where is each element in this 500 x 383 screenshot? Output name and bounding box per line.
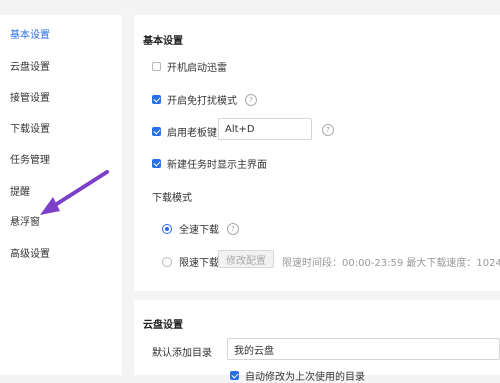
auto-modify-dir-row[interactable]: 自动修改为上次使用的目录	[230, 368, 365, 383]
boss-key-value: Alt+D	[225, 123, 255, 135]
boss-key-row[interactable]: 启用老板键	[152, 124, 217, 139]
sidebar-item-floating-window[interactable]: 悬浮窗	[10, 213, 40, 228]
default-dir-value: 我的云盘	[234, 345, 274, 357]
sidebar-item-takeover-settings[interactable]: 接管设置	[10, 89, 50, 104]
full-speed-row[interactable]: 全速下载 ?	[162, 221, 239, 236]
limited-speed-radio[interactable]	[162, 256, 172, 267]
cloud-settings-title: 云盘设置	[143, 320, 183, 331]
basic-settings-panel: 基本设置 开机启动迅雷 开启免打扰模式 ? 启用老板键 Alt+D ? 新建任务…	[134, 15, 500, 291]
help-icon[interactable]: ?	[227, 222, 239, 235]
boss-key-input[interactable]: Alt+D	[218, 118, 312, 140]
boss-key-help: ?	[314, 124, 334, 136]
full-speed-radio[interactable]	[162, 223, 172, 234]
show-main-checkbox[interactable]	[152, 159, 161, 168]
basic-settings-title: 基本设置	[143, 36, 183, 47]
help-icon[interactable]: ?	[245, 93, 257, 106]
limited-speed-row[interactable]: 限速下载	[162, 254, 219, 269]
speed-limit-info: 限速时间段：00:00-23:59 最大下载速度：1024KB	[282, 258, 500, 269]
auto-modify-dir-checkbox[interactable]	[230, 371, 239, 380]
help-icon[interactable]: ?	[322, 124, 334, 136]
auto-modify-dir-label: 自动修改为上次使用的目录	[245, 372, 365, 383]
sidebar-item-cloud-settings[interactable]: 云盘设置	[10, 58, 50, 73]
show-main-label: 新建任务时显示主界面	[167, 160, 267, 171]
limited-speed-label: 限速下载	[179, 258, 219, 269]
boss-key-checkbox[interactable]	[152, 127, 161, 136]
default-dir-input[interactable]: 我的云盘	[227, 338, 500, 360]
dnd-row[interactable]: 开启免打扰模式 ?	[152, 92, 257, 107]
sidebar-item-advanced-settings[interactable]: 高级设置	[10, 245, 50, 260]
sidebar-item-basic-settings[interactable]: 基本设置	[10, 26, 50, 41]
sidebar-item-download-settings[interactable]: 下载设置	[10, 120, 50, 135]
dnd-checkbox[interactable]	[152, 95, 161, 104]
settings-sidebar: 基本设置 云盘设置 接管设置 下载设置 任务管理 提醒 悬浮窗 高级设置	[0, 15, 122, 375]
sidebar-item-reminder[interactable]: 提醒	[10, 183, 30, 198]
window-top-strip	[0, 0, 500, 5]
boss-key-label: 启用老板键	[167, 128, 217, 139]
download-mode-title: 下载模式	[152, 193, 192, 204]
default-dir-label: 默认添加目录	[152, 348, 212, 359]
autostart-label: 开机启动迅雷	[167, 63, 227, 74]
cloud-settings-panel: 云盘设置 默认添加目录 我的云盘 自动修改为上次使用的目录	[134, 300, 500, 383]
sidebar-item-task-management[interactable]: 任务管理	[10, 151, 50, 166]
show-main-row[interactable]: 新建任务时显示主界面	[152, 156, 267, 171]
full-speed-label: 全速下载	[179, 225, 219, 236]
autostart-checkbox[interactable]	[152, 62, 161, 71]
autostart-row[interactable]: 开机启动迅雷	[152, 59, 227, 74]
modify-config-button[interactable]: 修改配置	[218, 250, 274, 268]
dnd-label: 开启免打扰模式	[167, 96, 237, 107]
